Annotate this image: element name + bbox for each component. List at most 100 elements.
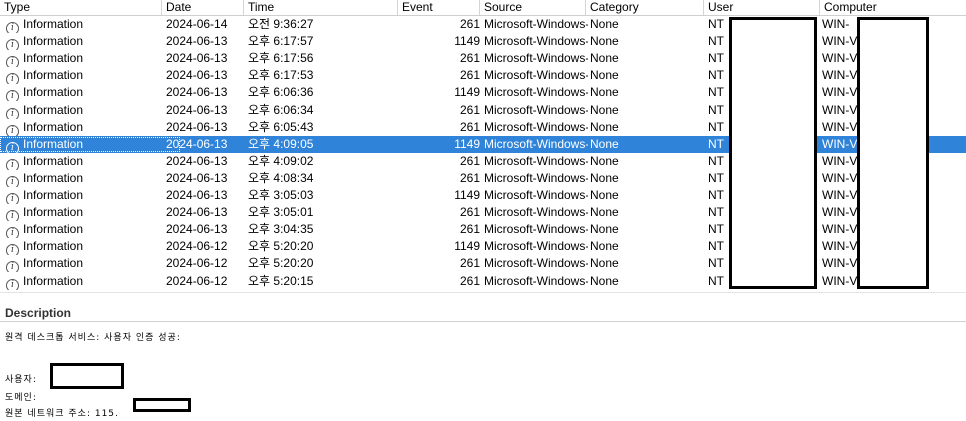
event-list[interactable]: Type Date Time Event Source Category Use… <box>0 0 966 290</box>
column-header-category[interactable]: Category <box>586 0 704 15</box>
info-circle-icon: i <box>6 107 19 119</box>
table-row[interactable]: i Information 2024-06-13 오후 6:06:36 1149 Micr… <box>0 84 966 102</box>
info-circle-icon: i <box>6 158 19 170</box>
cell-date: 2024-06-13 <box>166 51 228 66</box>
cell-time: 오후 6:06:34 <box>248 102 314 117</box>
cell-category: None <box>590 222 619 237</box>
cell-type-label: Information <box>23 17 84 31</box>
cell-type: i Information <box>0 238 162 256</box>
cell-date: 2024-06-12 <box>166 256 228 271</box>
column-header-event[interactable]: Event <box>398 0 480 15</box>
cell-time: 오후 5:20:20 <box>248 239 314 254</box>
cell-time: 오후 3:05:01 <box>248 205 314 220</box>
info-circle-icon: i <box>6 124 19 136</box>
table-row[interactable]: i Information 2024-06-13 오후 4:09:05 1149 Micr… <box>0 135 966 153</box>
cell-source: Microsoft-Windows- <box>484 17 588 31</box>
cell-time: 오후 6:06:36 <box>248 85 314 100</box>
cell-event: 1149 <box>454 85 480 100</box>
cell-type-label: Information <box>23 256 84 271</box>
cell-type-label: Information <box>23 205 84 220</box>
cell-date: 2024-06-13 <box>166 68 228 83</box>
cell-type-label: Information <box>23 51 84 66</box>
info-circle-icon: i <box>6 244 19 256</box>
cell-source: Microsoft-Windows- <box>484 51 588 66</box>
table-row[interactable]: i Information 2024-06-13 오후 6:05:43 261 Micro… <box>0 119 966 136</box>
table-row[interactable]: i Information 2024-06-13 오후 6:17:53 261 Micro… <box>0 67 966 85</box>
cell-event: 261 <box>459 205 480 220</box>
cell-category: None <box>590 102 619 117</box>
cell-type-label: Information <box>23 85 84 100</box>
cell-type: i Information <box>0 84 162 102</box>
cell-date: 2024-06-13 <box>166 153 228 168</box>
cell-category: None <box>590 170 619 185</box>
redaction-box-ip-value <box>133 398 191 412</box>
cell-date: 2024-06-13 <box>166 205 228 220</box>
column-header-time[interactable]: Time <box>244 0 398 15</box>
cell-type: i Information <box>0 102 162 119</box>
cell-time: 오후 5:20:15 <box>248 273 314 288</box>
cell-event: 261 <box>459 102 480 117</box>
column-header-computer[interactable]: Computer <box>820 0 966 15</box>
cell-source: Microsoft-Windows- <box>484 239 588 254</box>
cell-type: i Information <box>0 50 162 68</box>
cell-event: 1149 <box>454 188 480 202</box>
cell-source: Microsoft-Windows- <box>484 153 588 168</box>
redaction-box-user <box>729 17 817 289</box>
cell-source: Microsoft-Windows- <box>484 136 588 151</box>
cell-source: Microsoft-Windows- <box>484 102 588 117</box>
info-circle-icon: i <box>6 193 19 204</box>
cell-time: 오후 3:04:35 <box>248 222 314 237</box>
cell-time: 오후 4:09:05 <box>248 136 314 151</box>
cell-event: 261 <box>459 153 480 168</box>
cell-type-label: Information <box>23 102 84 117</box>
description-panel[interactable]: 원격 데스크톱 서비스: 사용자 인증 성공: 사용자: 도메인: 원본 네트워… <box>0 321 966 421</box>
table-row[interactable]: i Information 2024-06-13 오후 6:17:56 261 Micro… <box>0 50 966 68</box>
cell-source: Microsoft-Windows- <box>484 34 588 49</box>
cell-event: 261 <box>459 17 480 31</box>
cell-type: i Information <box>0 255 162 273</box>
cell-source: Microsoft-Windows- <box>484 188 588 202</box>
column-header-date[interactable]: Date <box>162 0 244 15</box>
table-row[interactable]: i Information 2024-06-13 오후 4:08:34 261 Micro… <box>0 170 966 187</box>
focus-outline <box>0 136 180 152</box>
cell-date: 2024-06-12 <box>166 273 228 288</box>
table-row[interactable]: i Information 2024-06-14 오전 9:36:27 261 Micro… <box>0 16 966 33</box>
description-domain-label: 도메인: <box>5 393 37 403</box>
cell-source: Microsoft-Windows- <box>484 119 588 134</box>
table-row[interactable]: i Information 2024-06-13 오후 3:05:03 1149 Micr… <box>0 187 966 204</box>
table-row[interactable]: i Information 2024-06-13 오후 4:09:02 261 Micro… <box>0 153 966 170</box>
info-circle-icon: i <box>6 175 19 187</box>
table-row[interactable]: i Information 2024-06-13 오후 3:05:01 261 Micro… <box>0 204 966 222</box>
cell-type-label: Information <box>23 68 84 83</box>
cell-event: 261 <box>459 222 480 237</box>
table-row[interactable]: i Information 2024-06-13 오후 6:06:34 261 Micro… <box>0 102 966 119</box>
table-row[interactable]: i Information 2024-06-12 오후 5:20:20 261 Micro… <box>0 255 966 273</box>
cell-type: i Information <box>0 153 162 170</box>
table-row[interactable]: i Information 2024-06-13 오후 6:17:57 1149 Micr… <box>0 33 966 51</box>
table-row[interactable]: i Information 2024-06-13 오후 3:04:35 261 Micro… <box>0 221 966 239</box>
cell-date: 2024-06-14 <box>166 17 228 31</box>
cell-category: None <box>590 34 619 49</box>
cell-category: None <box>590 153 619 168</box>
cell-time: 오후 4:08:34 <box>248 170 314 185</box>
column-header-user[interactable]: User <box>704 0 820 15</box>
cell-source: Microsoft-Windows- <box>484 222 588 237</box>
cell-type: i Information <box>0 273 162 290</box>
cell-type: i Information <box>0 187 162 204</box>
cell-date: 2024-06-13 <box>166 222 228 237</box>
cell-type-label: Information <box>23 119 84 134</box>
cell-date: 2024-06-13 <box>166 188 228 202</box>
info-circle-icon: i <box>6 227 19 239</box>
table-row[interactable]: i Information 2024-06-12 오후 5:20:20 1149 Micr… <box>0 238 966 256</box>
info-circle-icon: i <box>6 39 19 51</box>
splitter[interactable] <box>0 292 966 293</box>
column-header-source[interactable]: Source <box>480 0 586 15</box>
table-row[interactable]: i Information 2024-06-12 오후 5:20:15 261 Micro… <box>0 273 966 290</box>
cell-source: Microsoft-Windows- <box>484 85 588 100</box>
cell-type: i Information <box>0 67 162 85</box>
cell-source: Microsoft-Windows- <box>484 170 588 185</box>
cell-category: None <box>590 239 619 254</box>
column-header-type[interactable]: Type <box>0 0 162 15</box>
cell-date: 2024-06-13 <box>166 34 228 49</box>
description-line-1: 원격 데스크톱 서비스: 사용자 인증 성공: <box>5 333 181 343</box>
